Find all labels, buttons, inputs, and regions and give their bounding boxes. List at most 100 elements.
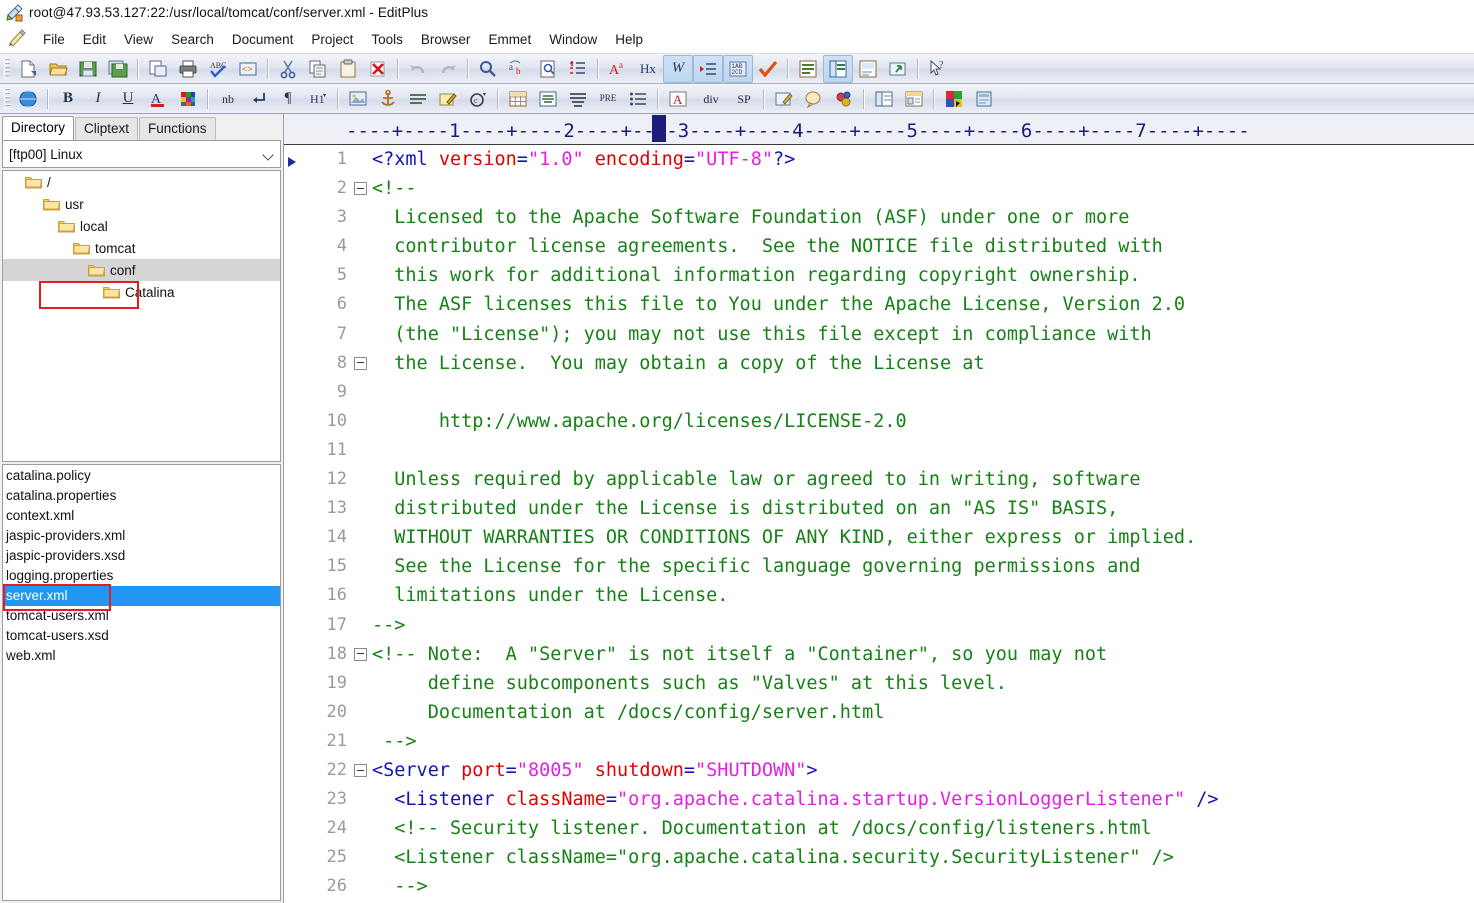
clip-library-icon[interactable] [823, 54, 853, 83]
menu-file[interactable]: File [34, 30, 74, 49]
span-tag-icon[interactable]: SP [729, 85, 759, 113]
column-marker-icon[interactable]: 1AB 2CD [723, 54, 753, 83]
nbsp-icon[interactable]: nb [213, 85, 243, 113]
heading-icon[interactable]: H1 [303, 85, 333, 113]
code-line[interactable]: <Server port="8005" shutdown="SHUTDOWN"> [372, 756, 1474, 785]
menu-document[interactable]: Document [223, 30, 303, 49]
font-color-icon[interactable]: A [143, 85, 173, 113]
word-wrap-icon[interactable]: W [663, 54, 693, 83]
form-icon[interactable] [769, 85, 799, 113]
list-item[interactable]: jaspic-providers.xml [3, 526, 280, 546]
div-tag-icon[interactable]: div [693, 85, 729, 113]
menu-emmet[interactable]: Emmet [479, 30, 540, 49]
layout-icon[interactable] [899, 85, 929, 113]
tab-cliptext[interactable]: Cliptext [75, 117, 139, 140]
fold-toggle[interactable] [352, 349, 368, 378]
code-line[interactable]: Documentation at /docs/config/server.htm… [372, 698, 1474, 727]
spellcheck-icon[interactable]: ABC [203, 55, 233, 83]
list-item[interactable]: context.xml [3, 506, 280, 526]
code-line[interactable]: (the "License"); you may not use this fi… [372, 320, 1474, 349]
code-line[interactable]: define subcomponents such as "Valves" at… [372, 669, 1474, 698]
code-line[interactable] [372, 436, 1474, 465]
anchor-icon[interactable] [373, 85, 403, 113]
menu-browser[interactable]: Browser [412, 30, 480, 49]
code-area[interactable]: 1 2 3 4 5 6 7 8 9 10 11 12 13 14 15 16 17 18 19 20 21 22 23 24 2… [284, 145, 1474, 903]
print-preview-icon[interactable] [143, 55, 173, 83]
align-justify-icon[interactable] [563, 85, 593, 113]
palette-icon[interactable] [173, 85, 203, 113]
horizontal-rule-icon[interactable] [403, 85, 433, 113]
list-item[interactable]: catalina.policy [3, 466, 280, 486]
menu-view[interactable]: View [115, 30, 162, 49]
menu-window[interactable]: Window [540, 30, 606, 49]
tree-item-conf[interactable]: conf [3, 259, 280, 281]
list-item[interactable]: jaspic-providers.xsd [3, 546, 280, 566]
menu-tools[interactable]: Tools [362, 30, 412, 49]
copyright-icon[interactable]: c [463, 85, 493, 113]
delete-icon[interactable] [363, 55, 393, 83]
list-item[interactable]: tomcat-users.xsd [3, 626, 280, 646]
view-in-browser-icon[interactable]: <> [233, 55, 263, 83]
paste-icon[interactable] [333, 55, 363, 83]
menu-search[interactable]: Search [162, 30, 223, 49]
help-pointer-icon[interactable]: ? [923, 55, 953, 83]
tab-directory[interactable]: Directory [2, 116, 75, 140]
align-center-icon[interactable] [533, 85, 563, 113]
globe-icon[interactable] [13, 85, 43, 113]
preview-panel-icon[interactable] [969, 85, 999, 113]
chevron-down-icon[interactable] [263, 148, 276, 161]
bookmark-column[interactable] [284, 145, 306, 903]
list-item-server-xml[interactable]: server.xml [3, 586, 280, 606]
list-item[interactable]: web.xml [3, 646, 280, 666]
code-line[interactable]: --> [372, 872, 1474, 901]
code-line[interactable]: --> [372, 611, 1474, 640]
fold-toggle[interactable] [352, 640, 368, 669]
copy-icon[interactable] [303, 55, 333, 83]
new-file-icon[interactable] [13, 55, 43, 83]
cut-icon[interactable] [273, 55, 303, 83]
code-line[interactable]: limitations under the License. [372, 581, 1474, 610]
save-all-icon[interactable] [103, 55, 133, 83]
menu-project[interactable]: Project [302, 30, 362, 49]
font-style-icon[interactable]: Aa [603, 55, 633, 83]
code-line[interactable]: <!-- Security listener. Documentation at… [372, 814, 1474, 843]
tree-item-usr[interactable]: usr [3, 193, 280, 215]
list-item[interactable]: tomcat-users.xml [3, 606, 280, 626]
menu-help[interactable]: Help [606, 30, 652, 49]
preformatted-icon[interactable]: PRE [593, 85, 623, 113]
print-icon[interactable] [173, 55, 203, 83]
fold-toggle[interactable] [352, 174, 368, 203]
check-icon[interactable] [753, 55, 783, 83]
code-line[interactable]: <!-- Note: A "Server" is not itself a "C… [372, 640, 1474, 669]
code-line[interactable]: --> [372, 727, 1474, 756]
list-icon[interactable] [623, 85, 653, 113]
connection-selector[interactable]: [ftp00] Linux [3, 141, 280, 167]
list-item[interactable]: catalina.properties [3, 486, 280, 506]
fold-toggle[interactable] [352, 756, 368, 785]
line-break-icon[interactable] [243, 85, 273, 113]
collapse-icon[interactable] [353, 764, 367, 778]
code-line[interactable]: http://www.apache.org/licenses/LICENSE-2… [372, 407, 1474, 436]
tree-item-root[interactable]: / [3, 171, 280, 193]
hex-view-icon[interactable]: Hx [633, 55, 663, 83]
fold-margin[interactable] [352, 145, 368, 903]
table-icon[interactable] [503, 85, 533, 113]
code-line[interactable]: the License. You may obtain a copy of th… [372, 349, 1474, 378]
indent-icon[interactable] [693, 54, 723, 83]
toolbar-grip[interactable] [4, 58, 10, 79]
italic-icon[interactable]: I [83, 85, 113, 113]
code-line[interactable]: contributor license agreements. See the … [372, 232, 1474, 261]
code-line[interactable]: Licensed to the Apache Software Foundati… [372, 203, 1474, 232]
goto-line-icon[interactable] [563, 55, 593, 83]
file-list[interactable]: catalina.policy catalina.properties cont… [2, 464, 281, 901]
code-line[interactable]: distributed under the License is distrib… [372, 494, 1474, 523]
bold-icon[interactable]: B [53, 85, 83, 113]
redo-icon[interactable] [433, 55, 463, 83]
frame-icon[interactable] [869, 85, 899, 113]
open-file-icon[interactable] [43, 55, 73, 83]
paragraph-icon[interactable]: ¶ [273, 85, 303, 113]
code-line[interactable] [372, 378, 1474, 407]
tree-item-tomcat[interactable]: tomcat [3, 237, 280, 259]
code-line[interactable]: WITHOUT WARRANTIES OR CONDITIONS OF ANY … [372, 523, 1474, 552]
underline-icon[interactable]: U [113, 85, 143, 113]
